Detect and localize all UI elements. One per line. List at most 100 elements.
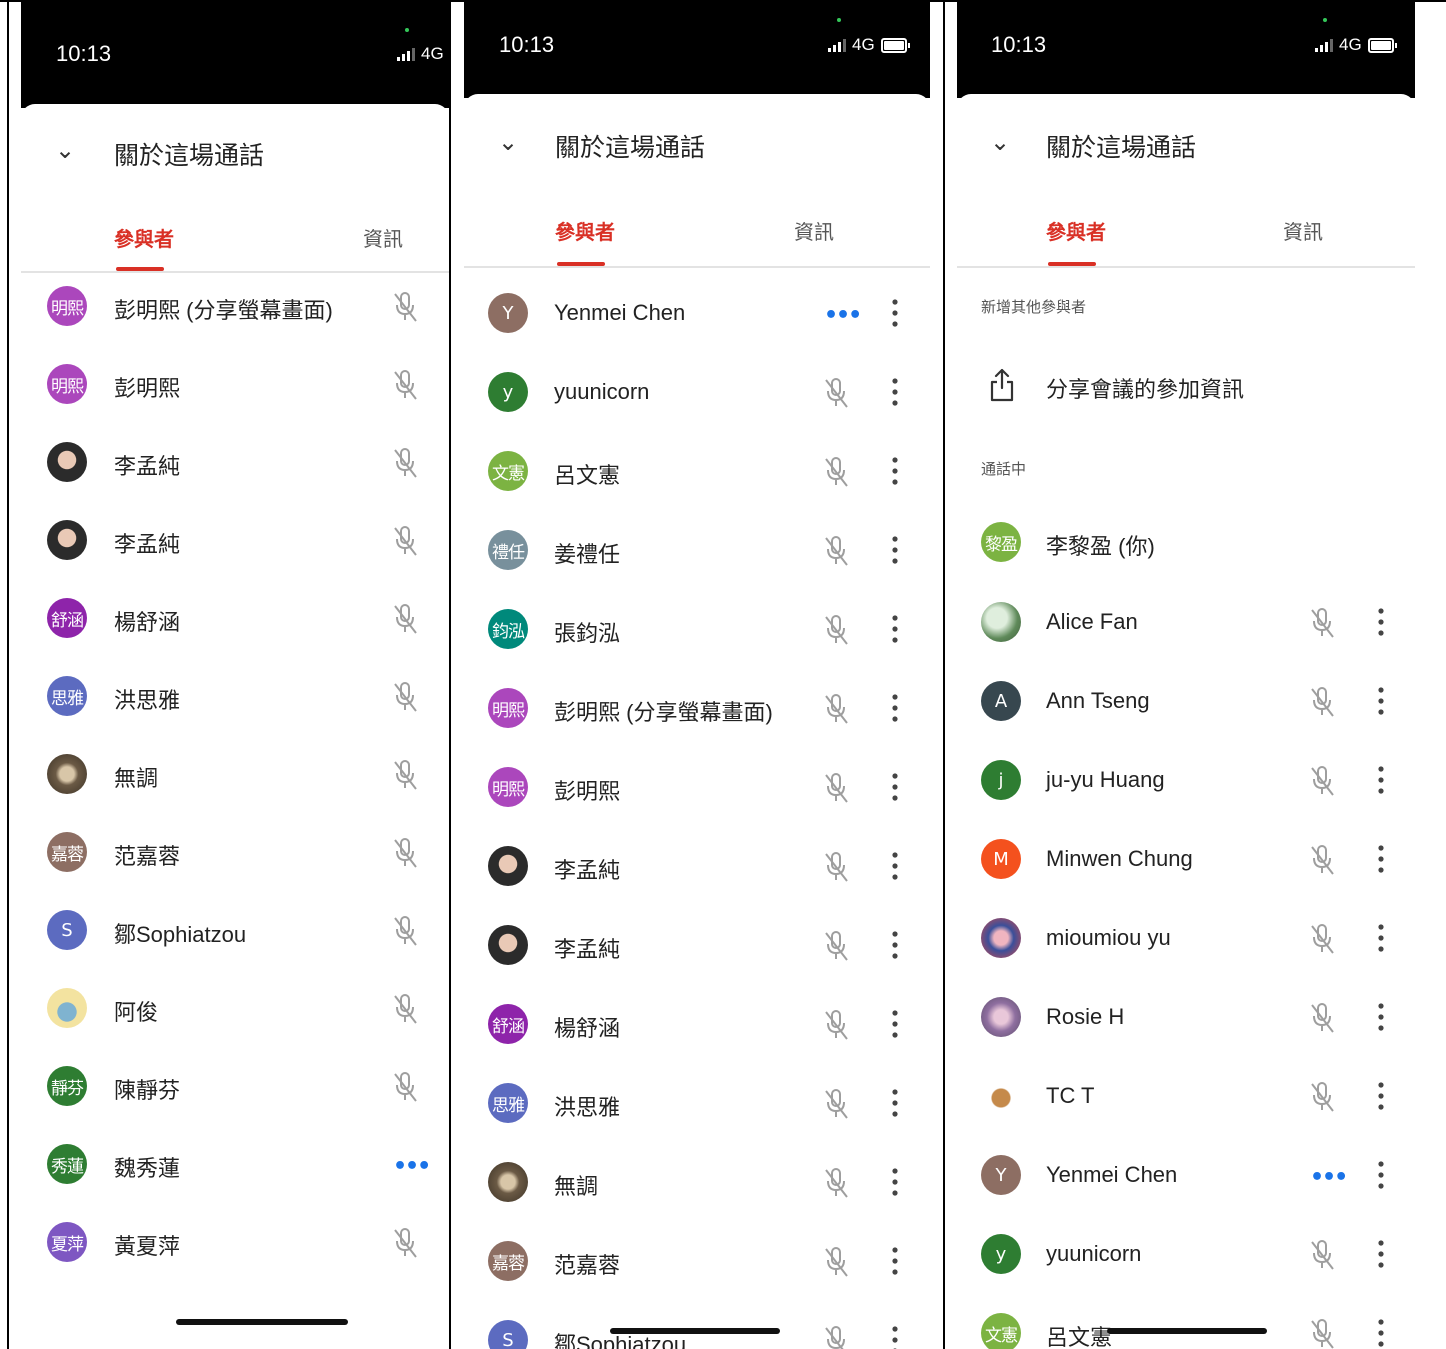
participant-row[interactable]: Alice Fan [957, 602, 1415, 680]
more-options-icon[interactable] [892, 1088, 898, 1118]
tab-info[interactable]: 資訊 [363, 223, 403, 252]
more-options-icon[interactable] [1378, 923, 1384, 953]
home-indicator[interactable] [610, 1328, 780, 1334]
avatar: 明熙 [47, 286, 87, 326]
participant-name: 洪思雅 [114, 688, 181, 713]
mic-off-icon [825, 694, 848, 724]
more-options-icon[interactable] [1378, 1081, 1384, 1111]
participant-row[interactable]: 明熙 彭明熙 (分享螢幕畫面) [21, 286, 449, 364]
participant-row[interactable]: S 鄒Sophiatzou [21, 910, 449, 988]
more-options-icon[interactable] [892, 772, 898, 802]
more-options-icon[interactable] [1378, 1239, 1384, 1269]
participant-name: 李黎盈 (你) [1046, 534, 1155, 559]
collapse-chevron-icon[interactable]: ⌄ [990, 128, 1010, 156]
participant-row[interactable]: S 鄒Sophiatzou [464, 1320, 930, 1349]
signal-icon [397, 47, 415, 61]
more-options-icon[interactable] [892, 298, 898, 328]
tab-participants[interactable]: 參與者 [1046, 216, 1106, 245]
avatar: 嘉蓉 [488, 1241, 528, 1281]
participant-row[interactable]: 禮任 姜禮任 [464, 530, 930, 608]
participant-row[interactable]: 李孟純 [21, 442, 449, 520]
tab-participants[interactable]: 參與者 [114, 223, 174, 252]
mic-off-icon [825, 378, 848, 408]
participant-row[interactable]: 阿俊 [21, 988, 449, 1066]
phone-screen-2: 10:13 4G ⌄ 關於這場通話 參與者 資訊 Y Yenmei Chen •••… [464, 0, 930, 1349]
participant-row[interactable]: 明熙 彭明熙 [21, 364, 449, 442]
more-options-icon[interactable] [892, 1246, 898, 1276]
more-options-icon[interactable] [892, 693, 898, 723]
participant-row[interactable]: 嘉蓉 范嘉蓉 [464, 1241, 930, 1319]
mic-off-icon [825, 773, 848, 803]
participant-row[interactable]: 舒涵 楊舒涵 [464, 1004, 930, 1082]
more-options-icon[interactable] [892, 456, 898, 486]
participant-row[interactable]: 思雅 洪思雅 [21, 676, 449, 754]
more-options-icon[interactable] [892, 535, 898, 565]
avatar: A [981, 681, 1021, 721]
panel-divider [449, 0, 451, 1349]
more-options-icon[interactable] [892, 930, 898, 960]
participant-row[interactable]: 思雅 洪思雅 [464, 1083, 930, 1161]
more-options-icon[interactable] [1378, 1002, 1384, 1032]
tab-info[interactable]: 資訊 [794, 216, 834, 245]
sheet-title: 關於這場通話 [1046, 133, 1197, 162]
more-options-icon[interactable] [892, 1167, 898, 1197]
participant-row[interactable]: 無調 [21, 754, 449, 832]
participant-row[interactable]: 明熙 彭明熙 [464, 767, 930, 845]
more-options-icon[interactable] [1378, 1318, 1384, 1348]
participant-row[interactable]: 文憲 呂文憲 [464, 451, 930, 529]
home-indicator[interactable] [1107, 1328, 1267, 1334]
more-options-icon[interactable] [1378, 844, 1384, 874]
participant-name: 李孟純 [114, 454, 181, 479]
participant-row[interactable]: TC T [957, 1076, 1415, 1154]
avatar: y [981, 1234, 1021, 1274]
participant-row[interactable]: 無調 [464, 1162, 930, 1240]
participant-row[interactable]: 靜芬 陳靜芬 [21, 1066, 449, 1144]
more-options-icon[interactable] [892, 1325, 898, 1349]
self-participant-row[interactable]: 黎盈 李黎盈 (你) [957, 522, 1415, 600]
participant-row[interactable]: 李孟純 [464, 925, 930, 1003]
frame-left-border [7, 0, 9, 1349]
participant-row[interactable]: Rosie H [957, 997, 1415, 1075]
avatar: 嘉蓉 [47, 832, 87, 872]
participant-row[interactable]: 李孟純 [21, 520, 449, 598]
participant-row[interactable]: j ju-yu Huang [957, 760, 1415, 838]
more-options-icon[interactable] [892, 377, 898, 407]
tab-info[interactable]: 資訊 [1283, 216, 1323, 245]
participant-name: 姜禮任 [554, 542, 621, 567]
more-options-icon[interactable] [1378, 765, 1384, 795]
more-options-icon[interactable] [892, 1009, 898, 1039]
collapse-chevron-icon[interactable]: ⌄ [498, 128, 518, 156]
status-bar: 10:13 4G [957, 0, 1415, 98]
call-info-sheet: ⌄ 關於這場通話 參與者 資訊 新增其他參與者 分享會議的參加資訊 通話中 黎盈… [957, 94, 1415, 1349]
mic-off-icon [394, 1228, 417, 1258]
more-options-icon[interactable] [1378, 1160, 1384, 1190]
avatar: 舒涵 [47, 598, 87, 638]
participant-row[interactable]: 秀蓮 魏秀蓮 ••• [21, 1144, 449, 1222]
more-options-icon[interactable] [892, 614, 898, 644]
participant-row[interactable]: A Ann Tseng [957, 681, 1415, 759]
participant-row[interactable]: y yuunicorn [464, 372, 930, 450]
avatar [47, 754, 87, 794]
in-call-label: 通話中 [981, 460, 1027, 478]
home-indicator[interactable] [176, 1319, 348, 1325]
mic-off-icon [1311, 845, 1334, 875]
participant-row[interactable]: 夏萍 黃夏萍 [21, 1222, 449, 1300]
participant-row[interactable]: y yuunicorn [957, 1234, 1415, 1312]
participant-row[interactable]: 舒涵 楊舒涵 [21, 598, 449, 676]
signal-icon [828, 38, 846, 52]
participant-row[interactable]: Y Yenmei Chen ••• [464, 293, 930, 371]
participant-row[interactable]: 李孟純 [464, 846, 930, 924]
more-options-icon[interactable] [892, 851, 898, 881]
more-options-icon[interactable] [1378, 607, 1384, 637]
participant-row[interactable]: M Minwen Chung [957, 839, 1415, 917]
participant-row[interactable]: mioumiou yu [957, 918, 1415, 996]
participant-row[interactable]: 嘉蓉 范嘉蓉 [21, 832, 449, 910]
participant-row[interactable]: 鈞泓 張鈞泓 [464, 609, 930, 687]
participant-row[interactable]: Y Yenmei Chen ••• [957, 1155, 1415, 1233]
participant-row[interactable]: 明熙 彭明熙 (分享螢幕畫面) [464, 688, 930, 766]
network-type: 4G [852, 35, 875, 54]
more-options-icon[interactable] [1378, 686, 1384, 716]
collapse-chevron-icon[interactable]: ⌄ [55, 136, 75, 164]
tab-participants[interactable]: 參與者 [555, 216, 615, 245]
share-meeting-info-button[interactable]: 分享會議的參加資訊 [957, 362, 1415, 412]
